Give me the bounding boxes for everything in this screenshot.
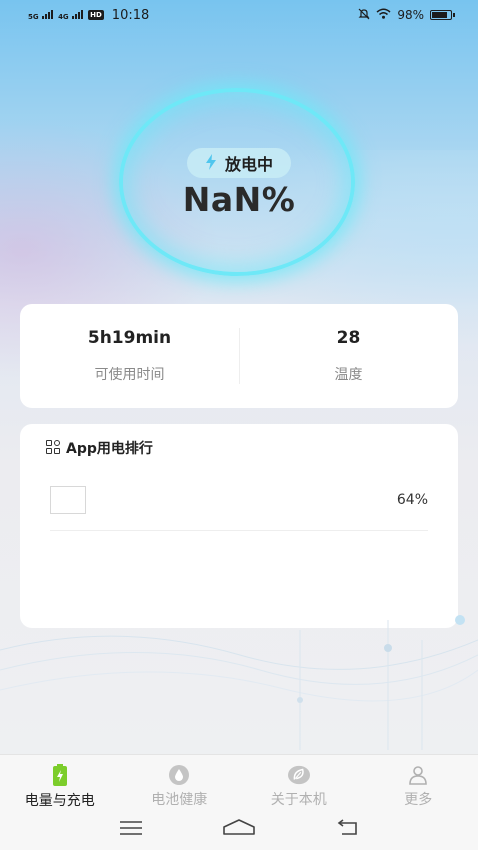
discharge-state-pill: 放电中 xyxy=(187,148,291,178)
tab-battery-charging[interactable]: 电量与充电 xyxy=(0,755,120,809)
tab-about-device[interactable]: 关于本机 xyxy=(239,755,359,809)
network-5g-label: 5G xyxy=(28,12,39,21)
battery-state: 放电中 xyxy=(224,155,273,174)
temperature-stat: 28 温度 xyxy=(239,304,458,408)
status-right: 98% xyxy=(358,8,478,23)
lightning-icon xyxy=(205,153,217,173)
network-4g-label: 4G xyxy=(58,12,69,21)
battery-icon xyxy=(430,10,455,20)
tab-bar: 电量与充电 电池健康 关于本机 更多 xyxy=(0,755,478,809)
signal-bars-icon xyxy=(72,9,84,19)
status-bar: 5G 4G HD 10:18 98% xyxy=(0,0,478,30)
tab-label: 更多 xyxy=(404,792,433,808)
apps-grid-icon xyxy=(46,440,62,456)
mute-icon xyxy=(358,8,370,23)
status-time: 10:18 xyxy=(111,7,150,23)
stat-divider xyxy=(239,328,240,384)
person-icon xyxy=(407,764,429,785)
list-item[interactable]: 64% xyxy=(50,482,428,531)
temperature-value: 28 xyxy=(336,328,361,348)
app-usage-percent: 64% xyxy=(396,492,428,508)
app-icon xyxy=(50,486,86,514)
app-ranking-card: App用电排行 64% xyxy=(20,424,458,628)
status-left: 5G 4G HD 10:18 xyxy=(0,8,149,23)
battery-charging-icon xyxy=(49,764,71,786)
home-icon[interactable] xyxy=(223,819,255,839)
wifi-icon xyxy=(376,8,391,22)
temperature-label: 温度 xyxy=(334,367,363,383)
menu-icon[interactable] xyxy=(120,820,143,839)
network-5g-indicator: 5G xyxy=(28,9,54,21)
battery-percent-value: NaN% xyxy=(182,180,296,219)
battery-percent: 98% xyxy=(397,8,424,22)
app-ranking-header: App用电排行 xyxy=(46,438,153,458)
tab-label: 电量与充电 xyxy=(24,793,95,809)
hd-voice-icon: HD xyxy=(88,10,104,20)
network-4g-indicator: 4G xyxy=(58,9,84,21)
back-icon[interactable] xyxy=(336,819,358,839)
water-drop-icon xyxy=(168,764,190,785)
bottom-navigation: 电量与充电 电池健康 关于本机 更多 xyxy=(0,754,478,850)
tab-more[interactable]: 更多 xyxy=(359,755,478,809)
tab-label: 电池健康 xyxy=(151,792,208,808)
tab-battery-health[interactable]: 电池健康 xyxy=(120,755,240,809)
usage-time-stat: 5h19min 可使用时间 xyxy=(20,304,239,408)
usage-time-value: 5h19min xyxy=(87,328,172,348)
leaf-icon xyxy=(287,764,310,785)
signal-bars-icon xyxy=(42,9,54,19)
stats-card: 5h19min 可使用时间 28 温度 xyxy=(20,304,458,408)
usage-time-label: 可使用时间 xyxy=(94,367,165,383)
tab-label: 关于本机 xyxy=(270,792,327,808)
app-ranking-title: App用电排行 xyxy=(66,441,153,457)
system-navigation-bar xyxy=(0,817,478,841)
